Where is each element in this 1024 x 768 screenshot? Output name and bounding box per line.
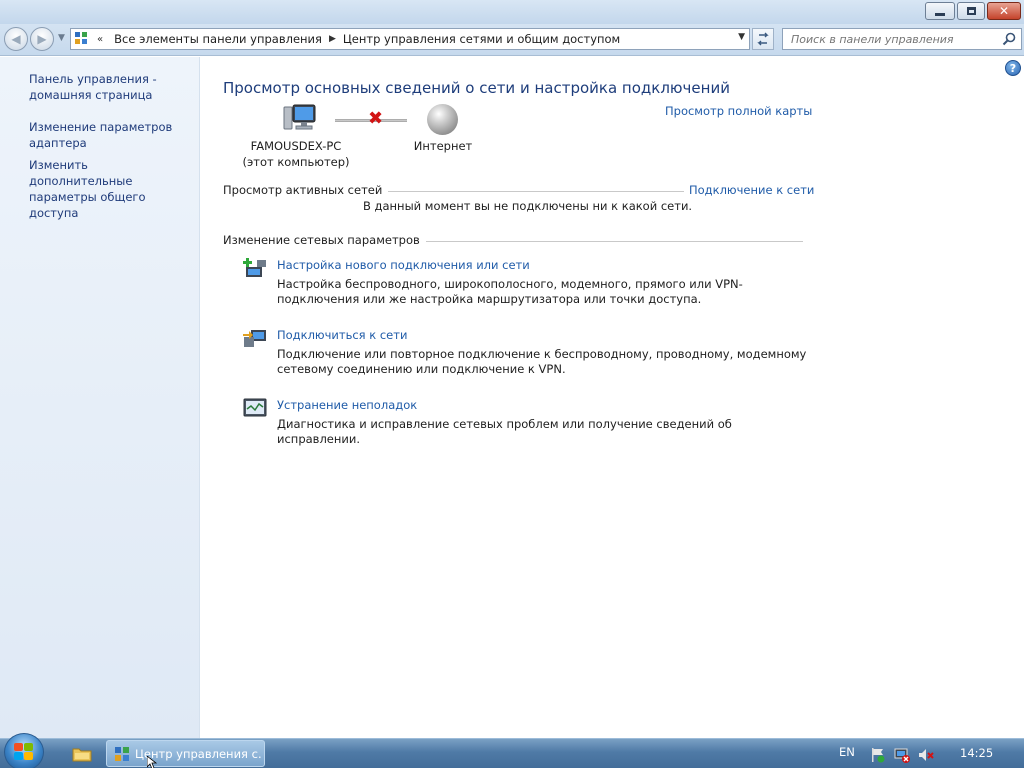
computer-name-label: FAMOUSDEX-PC	[250, 139, 342, 153]
task-description: Настройка беспроводного, широкополосного…	[277, 277, 743, 306]
recent-pages-dropdown-icon[interactable]: ▼	[58, 33, 65, 43]
close-button[interactable]: ✕	[987, 2, 1021, 20]
back-button[interactable]: ◀	[4, 27, 28, 51]
connect-to-network-link[interactable]: Подключение к сети	[689, 183, 814, 197]
maximize-icon	[966, 7, 976, 15]
address-bar[interactable]: « Все элементы панели управления ▶ Центр…	[70, 28, 750, 50]
no-connection-status: В данный момент вы не подключены ни к ка…	[363, 199, 693, 213]
address-dropdown-icon[interactable]: ▼	[738, 32, 745, 42]
refresh-button[interactable]	[752, 28, 774, 50]
minimize-icon	[935, 12, 945, 16]
control-panel-icon	[75, 32, 89, 46]
chevron-right-icon[interactable]: ▶	[329, 34, 336, 44]
forward-arrow-icon: ▶	[37, 32, 47, 46]
windows-logo-icon	[14, 743, 34, 761]
view-full-map-link[interactable]: Просмотр полной карты	[665, 104, 812, 118]
connect-network-icon	[243, 330, 266, 347]
this-computer-label: (этот компьютер)	[242, 155, 350, 169]
minimize-button[interactable]	[925, 2, 955, 20]
close-icon: ✕	[998, 4, 1010, 18]
task-pane: Панель управления - домашняя страница Из…	[0, 57, 200, 738]
section-divider	[404, 241, 803, 242]
volume-muted-icon[interactable]	[918, 747, 934, 763]
sidebar-item-change-adapter-settings[interactable]: Изменение параметров адаптера	[29, 119, 194, 151]
connect-to-network-task-link[interactable]: Подключиться к сети	[277, 328, 407, 342]
action-center-flag-icon[interactable]	[870, 747, 886, 763]
taskbar-explorer-button[interactable]	[64, 741, 100, 767]
address-overflow-chevron[interactable]: «	[97, 34, 103, 45]
maximize-button[interactable]	[957, 2, 985, 20]
task-description: Подключение или повторное подключение к …	[277, 347, 807, 376]
taskbar-network-center-button[interactable]: Центр управления с...	[106, 740, 265, 767]
network-disconnected-icon[interactable]	[894, 747, 910, 763]
clock[interactable]: 14:25	[960, 746, 993, 760]
mouse-cursor-icon	[147, 756, 157, 768]
folder-icon	[72, 748, 92, 762]
window-titlebar: ✕	[0, 0, 1024, 24]
active-networks-heading: Просмотр активных сетей	[223, 183, 389, 197]
navigation-bar: ◀ ▶ ▼ « Все элементы панели управления ▶…	[0, 24, 1024, 56]
start-button[interactable]	[4, 733, 44, 768]
task-description: Диагностика и исправление сетевых пробле…	[277, 417, 732, 446]
change-settings-heading: Изменение сетевых параметров	[223, 233, 426, 247]
forward-button[interactable]: ▶	[30, 27, 54, 51]
computer-icon[interactable]	[283, 103, 317, 135]
sidebar-item-advanced-sharing-settings[interactable]: Изменить дополнительные параметры общего…	[29, 157, 194, 221]
sidebar-item-control-panel-home[interactable]: Панель управления - домашняя страница	[29, 71, 194, 103]
troubleshoot-icon	[243, 398, 267, 417]
search-input[interactable]	[791, 32, 996, 46]
breadcrumb-network-center[interactable]: Центр управления сетями и общим доступом	[343, 32, 620, 46]
search-icon[interactable]	[1002, 32, 1016, 46]
help-icon[interactable]: ?	[1005, 60, 1021, 76]
refresh-icon	[757, 32, 769, 46]
control-panel-icon	[115, 746, 129, 761]
page-title: Просмотр основных сведений о сети и наст…	[223, 79, 730, 97]
new-connection-icon	[243, 258, 266, 277]
setup-new-connection-link[interactable]: Настройка нового подключения или сети	[277, 258, 530, 272]
breadcrumb-all-items[interactable]: Все элементы панели управления	[114, 32, 322, 46]
troubleshoot-link[interactable]: Устранение неполадок	[277, 398, 417, 412]
section-divider	[372, 191, 684, 192]
internet-globe-icon[interactable]	[427, 104, 458, 135]
back-arrow-icon: ◀	[11, 32, 21, 46]
language-indicator[interactable]: EN	[839, 745, 855, 759]
search-box[interactable]	[782, 28, 1022, 50]
disconnected-x-icon[interactable]: ✖	[368, 110, 383, 128]
internet-label: Интернет	[413, 139, 473, 153]
